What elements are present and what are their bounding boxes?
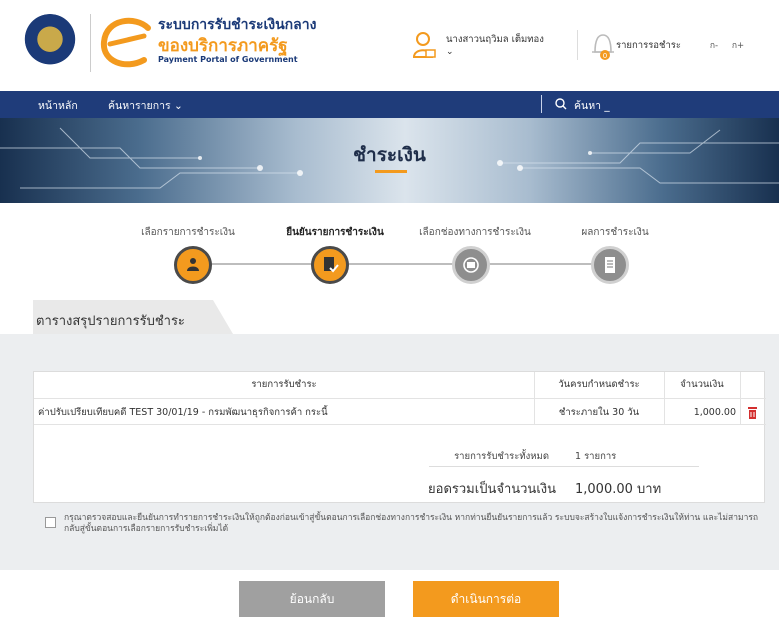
- step-payment-result: [591, 246, 629, 284]
- step-confirm-items: [311, 246, 349, 284]
- header-divider: [90, 14, 91, 72]
- header-item: รายการรับชำระ: [251, 379, 317, 390]
- confirm-checkbox[interactable]: [45, 517, 56, 528]
- e-payment-logo: [100, 17, 151, 68]
- svg-text:0: 0: [603, 52, 607, 60]
- total-amount-label: ยอดรวมเป็นจำนวนเงิน: [428, 482, 556, 497]
- page-title: ชำระเงิน: [353, 144, 426, 166]
- header-separator: [577, 30, 578, 60]
- garuda-emblem-logo: [22, 14, 78, 70]
- total-items-value: 1 รายการ: [575, 451, 617, 462]
- font-increase-button[interactable]: ก+: [729, 38, 747, 52]
- nav-search-items[interactable]: ค้นหารายการ ⌄: [108, 97, 183, 114]
- total-items-label: รายการรับชำระทั้งหมด: [454, 451, 549, 462]
- summary-divider: [429, 466, 699, 467]
- title-underline: [375, 170, 407, 173]
- search-input[interactable]: ค้นหา _: [574, 97, 610, 114]
- table-row: ค่าปรับเปรียบเทียบคดี TEST 30/01/19 - กร…: [34, 398, 766, 425]
- row-due-date: ชำระภายใน 30 วัน: [558, 407, 640, 418]
- total-amount-value: 1,000.00 บาท: [575, 482, 662, 497]
- step-label-select: เลือกรายการชำระเงิน: [141, 227, 235, 238]
- step-label-result: ผลการชำระเงิน: [581, 227, 649, 238]
- step-label-channel: เลือกช่องทางการชำระเงิน: [419, 227, 531, 238]
- step-payment-channel: [452, 246, 490, 284]
- bell-icon[interactable]: 0: [588, 30, 618, 62]
- person-desk-icon: [187, 258, 199, 271]
- continue-button[interactable]: ดำเนินการต่อ: [413, 581, 559, 617]
- document-check-icon: [324, 257, 339, 273]
- user-icon[interactable]: [412, 30, 438, 60]
- nav-home[interactable]: หน้าหลัก: [38, 97, 78, 114]
- payment-channel-icon: [463, 257, 479, 273]
- nav-separator: [541, 95, 542, 113]
- pending-payments-link[interactable]: รายการรอชำระ: [616, 38, 681, 53]
- confirmation-notice: กรุณาตรวจสอบและยืนยันการทำรายการชำระเงิน…: [64, 513, 759, 534]
- step-label-confirm: ยืนยันรายการชำระเงิน: [286, 227, 384, 238]
- row-item: ค่าปรับเปรียบเทียบคดี TEST 30/01/19 - กร…: [38, 407, 328, 418]
- site-header: ระบบการรับชำระเงินกลาง ของบริการภาครัฐ P…: [0, 0, 779, 86]
- back-button[interactable]: ย้อนกลับ: [239, 581, 385, 617]
- brand-subtitle-en: Payment Portal of Government: [158, 55, 298, 64]
- chevron-down-icon[interactable]: ⌄: [446, 47, 454, 57]
- trash-icon[interactable]: [747, 406, 758, 419]
- step-select-items: [174, 246, 212, 284]
- progress-line: [188, 263, 608, 265]
- header-amount: จำนวนเงิน: [680, 379, 724, 390]
- search-icon[interactable]: [555, 98, 567, 110]
- user-name-menu[interactable]: นางสาวนฤวิมล เต็มทอง: [446, 32, 544, 47]
- font-decrease-button[interactable]: ก-: [705, 38, 723, 52]
- payment-summary-table: รายการรับชำระ วันครบกำหนดชำระ จำนวนเงิน …: [33, 371, 766, 503]
- header-due-date: วันครบกำหนดชำระ: [558, 379, 640, 390]
- receipt-icon: [605, 257, 615, 273]
- summary-tab-label: ตารางสรุปรายการรับชำระ: [36, 314, 185, 329]
- row-amount: 1,000.00: [693, 407, 736, 418]
- main-nav-bar: หน้าหลัก ค้นหารายการ ⌄ ค้นหา _: [0, 91, 779, 118]
